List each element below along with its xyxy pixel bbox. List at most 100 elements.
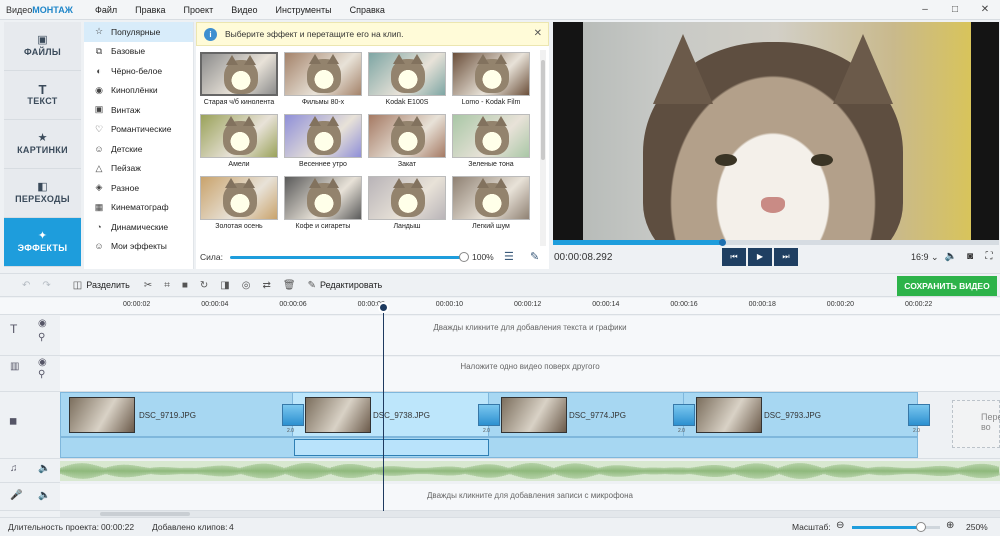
effect-thumbnail[interactable]: Зеленые тона (452, 114, 530, 168)
eye-icon[interactable]: ◉ (38, 318, 47, 329)
effect-group-item[interactable]: ◔ Динамические (84, 217, 193, 237)
effect-thumbnail[interactable]: Закат (368, 114, 446, 168)
effect-group-item[interactable]: ◉ Киноплёнки (84, 81, 193, 101)
effect-thumbnail[interactable]: Легкий шум (452, 176, 530, 230)
menu-project[interactable]: Проект (175, 5, 223, 15)
effect-thumbnail[interactable]: Амели (200, 114, 278, 168)
text-track[interactable]: Дважды кликните для добавления текста и … (60, 316, 1000, 356)
effect-group-item[interactable]: ☺ Мои эффекты (84, 237, 193, 257)
video-clip[interactable]: DSC_9738.JPG (292, 392, 492, 437)
effect-drop-target[interactable] (294, 439, 489, 456)
effect-group-item[interactable]: ◐ Чёрно-белое (84, 61, 193, 81)
transition-marker[interactable]: 2.0 (673, 404, 695, 434)
replace-icon[interactable]: ⇄ (262, 280, 270, 291)
next-frame-icon[interactable]: ⏭ (774, 248, 798, 266)
link-icon[interactable]: ⚲ (38, 332, 45, 343)
effect-thumbnail[interactable]: Кофе и сигареты (284, 176, 362, 230)
effect-thumbnail[interactable]: Фильмы 80-х (284, 52, 362, 106)
link-icon[interactable]: ⚲ (38, 369, 45, 380)
video-clip[interactable]: DSC_9774.JPG (488, 392, 688, 437)
effects-row[interactable] (60, 437, 918, 458)
undo-icon[interactable]: ↶ (22, 280, 30, 291)
menu-edit[interactable]: Правка (126, 5, 174, 15)
effect-group-item[interactable]: ▦ Кинематограф (84, 198, 193, 218)
video-clip[interactable]: DSC_9719.JPG (60, 392, 300, 437)
timeline-ruler[interactable]: 00:00:02 00:00:04 00:00:06 00:00:08 00:00:10… (60, 298, 1000, 315)
video-preview (553, 22, 999, 240)
add-next-clip[interactable]: Пере во (952, 400, 1000, 448)
effect-group-item[interactable]: ▣ Винтаж (84, 100, 193, 120)
video-clip[interactable]: DSC_9793.JPG (683, 392, 918, 437)
trim-icon[interactable]: ◨ (220, 280, 229, 291)
effect-thumbnail[interactable]: Золотая осень (200, 176, 278, 230)
category-effects[interactable]: ✦ ЭФФЕКТЫ (4, 218, 81, 267)
menu-tools[interactable]: Инструменты (267, 5, 341, 15)
audio-waveform[interactable] (59, 461, 1000, 481)
preview-seekbar[interactable] (553, 239, 999, 246)
volume-icon[interactable]: 🔈 (38, 463, 50, 474)
category-transitions[interactable]: ◧ ПЕРЕХОДЫ (4, 169, 81, 218)
effect-group-item[interactable]: ◈ Разное (84, 178, 193, 198)
zoom-out-icon[interactable]: ⊖ (836, 520, 844, 531)
category-files[interactable]: ▣ ФАЙЛЫ (4, 22, 81, 71)
effect-group-item[interactable]: ☆ Популярные (84, 22, 193, 42)
volume-icon[interactable]: 🔈 (944, 251, 958, 262)
rotate-icon[interactable]: ↻ (200, 280, 208, 291)
stop-icon[interactable]: ■ (182, 280, 188, 291)
menu-video[interactable]: Видео (222, 5, 266, 15)
close-button[interactable]: ✕ (970, 0, 1000, 20)
mic-track[interactable]: Дважды кликните для добавления записи с … (60, 484, 1000, 511)
play-icon[interactable]: ▶ (748, 248, 772, 266)
settings-sliders-icon[interactable]: ☰ (504, 250, 514, 263)
mic-track-hint: Дважды кликните для добавления записи с … (427, 491, 633, 500)
cut-icon[interactable]: ✂ (144, 280, 152, 291)
category-pictures[interactable]: ★ КАРТИНКИ (4, 120, 81, 169)
eye-icon[interactable]: ◉ (38, 357, 47, 368)
delete-icon[interactable]: 🗑 (283, 280, 296, 291)
brush-icon[interactable]: ✎ (530, 250, 539, 263)
seekbar-knob[interactable] (719, 239, 727, 246)
split-button[interactable]: Разделить (86, 280, 130, 290)
strength-slider[interactable] (230, 256, 466, 259)
zoom-slider-knob[interactable] (915, 522, 926, 532)
playhead-handle[interactable] (378, 302, 389, 313)
transition-marker[interactable]: 2.0 (282, 404, 304, 434)
zoom-slider[interactable] (852, 522, 940, 532)
aspect-ratio-select[interactable]: 16:9 ⌄ (911, 252, 939, 263)
edit-button[interactable]: Редактировать (320, 280, 382, 290)
effect-group-item[interactable]: ☺ Детские (84, 139, 193, 159)
stabilize-icon[interactable]: ◎ (242, 280, 251, 291)
strength-slider-knob[interactable] (459, 252, 469, 262)
menu-help[interactable]: Справка (341, 5, 394, 15)
transition-marker[interactable]: 2.0 (908, 404, 930, 434)
previous-frame-icon[interactable]: ⏮ (722, 248, 746, 266)
category-text[interactable]: T ТЕКСТ (4, 71, 81, 120)
snapshot-icon[interactable]: ◙ (963, 251, 977, 262)
effect-group-item[interactable]: △ Пейзаж (84, 159, 193, 179)
scrollbar-thumb[interactable] (100, 512, 190, 516)
effect-group-item[interactable]: ♡ Романтические (84, 120, 193, 140)
playhead[interactable] (383, 306, 384, 511)
menu-file[interactable]: Файл (86, 5, 126, 15)
fullscreen-icon[interactable]: ⛶ (982, 251, 996, 262)
effect-preview-image (452, 52, 530, 96)
zoom-in-icon[interactable]: ⊕ (946, 520, 954, 531)
effect-group-item[interactable]: ⧉ Базовые (84, 42, 193, 62)
app-title: ВидеоМОНТАЖ (6, 4, 73, 15)
minimize-button[interactable]: – (910, 0, 940, 20)
overlay-track[interactable]: Наложите одно видео поверх другого (60, 357, 1000, 392)
effect-thumbnail[interactable]: Lomo - Kodak Film (452, 52, 530, 106)
close-info-icon[interactable]: ✕ (534, 28, 542, 39)
save-video-button[interactable]: СОХРАНИТЬ ВИДЕО (897, 276, 997, 296)
effect-thumbnail[interactable]: Kodak E100S (368, 52, 446, 106)
redo-icon[interactable]: ↷ (42, 280, 50, 291)
scrollbar-thumb[interactable] (541, 60, 545, 160)
transition-marker[interactable]: 2.0 (478, 404, 500, 434)
effect-thumbnail[interactable]: Ландыш (368, 176, 446, 230)
crop-icon[interactable]: ⌗ (164, 280, 170, 291)
effect-thumbnail[interactable]: Старая ч/б кинолента (200, 52, 278, 106)
volume-icon[interactable]: 🔈 (38, 490, 50, 501)
effect-thumbnail[interactable]: Весеннее утро (284, 114, 362, 168)
maximize-button[interactable]: □ (940, 0, 970, 20)
effects-scrollbar[interactable] (540, 50, 546, 264)
